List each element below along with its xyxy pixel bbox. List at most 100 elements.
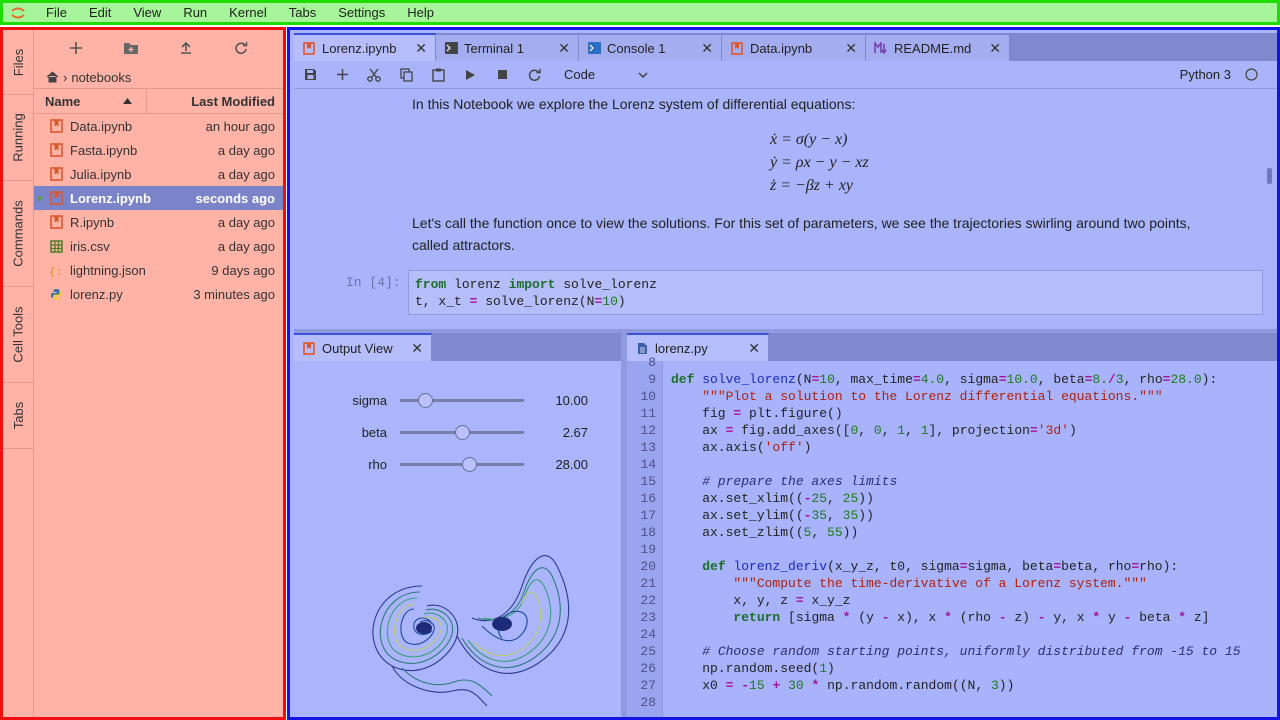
notebook-toolbar: Code Python 3 <box>294 61 1277 89</box>
kernel-indicator[interactable]: Python 3 <box>1180 67 1258 82</box>
new-launcher-button[interactable] <box>65 37 87 59</box>
file-list-item[interactable]: Julia.ipynb a day ago <box>34 162 283 186</box>
column-header-modified[interactable]: Last Modified <box>147 94 283 109</box>
save-button[interactable] <box>294 63 326 87</box>
close-icon[interactable]: ✕ <box>411 340 423 357</box>
copy-icon <box>399 67 413 82</box>
close-icon[interactable]: ✕ <box>558 40 570 57</box>
slider-handle[interactable] <box>455 424 470 440</box>
file-modified: a day ago <box>217 214 275 230</box>
sidebar-tab-label: Running <box>11 113 26 162</box>
menu-tabs[interactable]: Tabs <box>289 5 316 20</box>
close-icon[interactable]: ✕ <box>701 40 713 57</box>
line-number: 26 <box>640 661 656 676</box>
insert-cell-button[interactable] <box>326 63 358 87</box>
sidebar-tab-commands[interactable]: Commands <box>3 181 34 287</box>
close-icon[interactable]: ✕ <box>748 340 760 357</box>
slider-track[interactable] <box>400 424 524 440</box>
file-modified: a day ago <box>217 238 275 254</box>
menu-edit[interactable]: Edit <box>89 5 111 20</box>
line-number: 16 <box>640 491 656 506</box>
menu-view[interactable]: View <box>133 5 161 20</box>
cut-button[interactable] <box>358 63 390 87</box>
file-name: lorenz.py <box>70 286 123 302</box>
file-list-item[interactable]: R.ipynb a day ago <box>34 210 283 234</box>
file-list-item[interactable]: Data.ipynb an hour ago <box>34 114 283 138</box>
close-icon[interactable]: ✕ <box>415 40 427 57</box>
spreadsheet-icon <box>48 238 64 254</box>
tab-output-view[interactable]: Output View ✕ <box>294 333 432 361</box>
interrupt-kernel-button[interactable] <box>486 63 518 87</box>
main-tab-bar: Lorenz.ipynb ✕ Terminal 1 ✕ Console 1 ✕ … <box>294 33 1277 61</box>
copy-button[interactable] <box>390 63 422 87</box>
tab-readme[interactable]: README.md ✕ <box>866 35 1010 61</box>
markdown-intro: In this Notebook we explore the Lorenz s… <box>412 96 856 112</box>
refresh-icon <box>235 42 248 55</box>
slider-track[interactable] <box>400 456 524 472</box>
slider-handle[interactable] <box>417 392 433 408</box>
file-list-item[interactable]: lorenz.py 3 minutes ago <box>34 282 283 306</box>
new-folder-button[interactable] <box>120 37 142 59</box>
scrollbar-thumb[interactable] <box>1267 168 1272 184</box>
close-icon[interactable]: ✕ <box>845 40 857 57</box>
cell-type-dropdown[interactable]: Code <box>564 67 648 82</box>
tab-console[interactable]: Console 1 ✕ <box>579 35 722 61</box>
menu-file[interactable]: File <box>46 5 67 20</box>
output-view-tab-bar: Output View ✕ <box>294 333 621 361</box>
run-cell-button[interactable] <box>454 63 486 87</box>
column-header-name[interactable]: Name <box>34 89 147 113</box>
code-line: # Choose random starting points, uniform… <box>702 644 1241 659</box>
file-modified: an hour ago <box>205 118 275 134</box>
file-list-header: Name Last Modified <box>34 88 283 114</box>
sidebar-tab-label: Tabs <box>11 401 26 430</box>
file-list-item[interactable]: Lorenz.ipynb seconds ago <box>34 186 283 210</box>
notebook-content: In this Notebook we explore the Lorenz s… <box>294 90 1277 327</box>
chevron-down-icon <box>638 71 648 78</box>
sidebar-tab-files[interactable]: Files <box>3 30 34 95</box>
file-list-item[interactable]: {:} lightning.json 9 days ago <box>34 258 283 282</box>
equation-x: ẋ = σ(y − x) <box>770 131 848 148</box>
attractor-core <box>416 622 432 634</box>
close-icon[interactable]: ✕ <box>989 40 1001 57</box>
tab-terminal[interactable]: Terminal 1 ✕ <box>436 35 579 61</box>
code-editor[interactable]: 8 9 10 11 12 13 14 15 16 17 18 19 20 21 22 23 24 25 26 27 28… <box>627 355 1277 717</box>
slider-label: rho <box>368 456 387 472</box>
breadcrumb-folder[interactable]: notebooks <box>71 70 131 85</box>
code-cell-editor[interactable]: from lorenz import solve_lorenz t, x_t =… <box>408 270 1263 315</box>
code-line: return [sigma * (y - x), x * (rho - z) -… <box>733 610 1210 625</box>
line-number: 21 <box>640 576 656 591</box>
file-list-item[interactable]: iris.csv a day ago <box>34 234 283 258</box>
slider-handle[interactable] <box>462 456 478 472</box>
home-icon[interactable] <box>46 71 59 83</box>
upload-button[interactable] <box>175 37 197 59</box>
tab-label: lorenz.py <box>655 340 708 356</box>
tab-label: Data.ipynb <box>750 40 813 56</box>
plus-icon <box>69 42 82 54</box>
file-list-item[interactable]: Fasta.ipynb a day ago <box>34 138 283 162</box>
code-line: from lorenz import solve_lorenz <box>415 277 657 292</box>
menu-kernel[interactable]: Kernel <box>229 5 267 20</box>
paste-button[interactable] <box>422 63 454 87</box>
input-prompt: In [4]: <box>346 275 401 290</box>
menu-help[interactable]: Help <box>407 5 434 20</box>
refresh-button[interactable] <box>230 37 252 59</box>
svg-text:{:}: {:} <box>49 267 63 277</box>
tab-data-notebook[interactable]: Data.ipynb ✕ <box>722 35 866 61</box>
slider-track[interactable] <box>400 392 524 408</box>
sidebar-tab-cell-tools[interactable]: Cell Tools <box>3 287 34 383</box>
menu-settings[interactable]: Settings <box>338 5 385 20</box>
line-number: 24 <box>640 627 656 642</box>
menu-run[interactable]: Run <box>183 5 207 20</box>
sidebar-tab-running[interactable]: Running <box>3 95 34 181</box>
tab-label: Output View <box>322 340 393 356</box>
file-modified: a day ago <box>217 142 275 158</box>
tab-lorenz-notebook[interactable]: Lorenz.ipynb ✕ <box>294 33 436 61</box>
sidebar-tab-label: Cell Tools <box>11 306 26 363</box>
line-number: 25 <box>640 644 656 659</box>
markdown-paragraph-line: called attractors. <box>412 237 515 253</box>
sidebar-tab-tabs[interactable]: Tabs <box>3 383 34 449</box>
file-browser: › notebooks Name Last Modified Data.ipyn… <box>34 30 283 717</box>
jupyter-logo-icon[interactable] <box>8 3 28 23</box>
new-folder-icon <box>123 43 138 54</box>
restart-kernel-button[interactable] <box>518 63 550 87</box>
